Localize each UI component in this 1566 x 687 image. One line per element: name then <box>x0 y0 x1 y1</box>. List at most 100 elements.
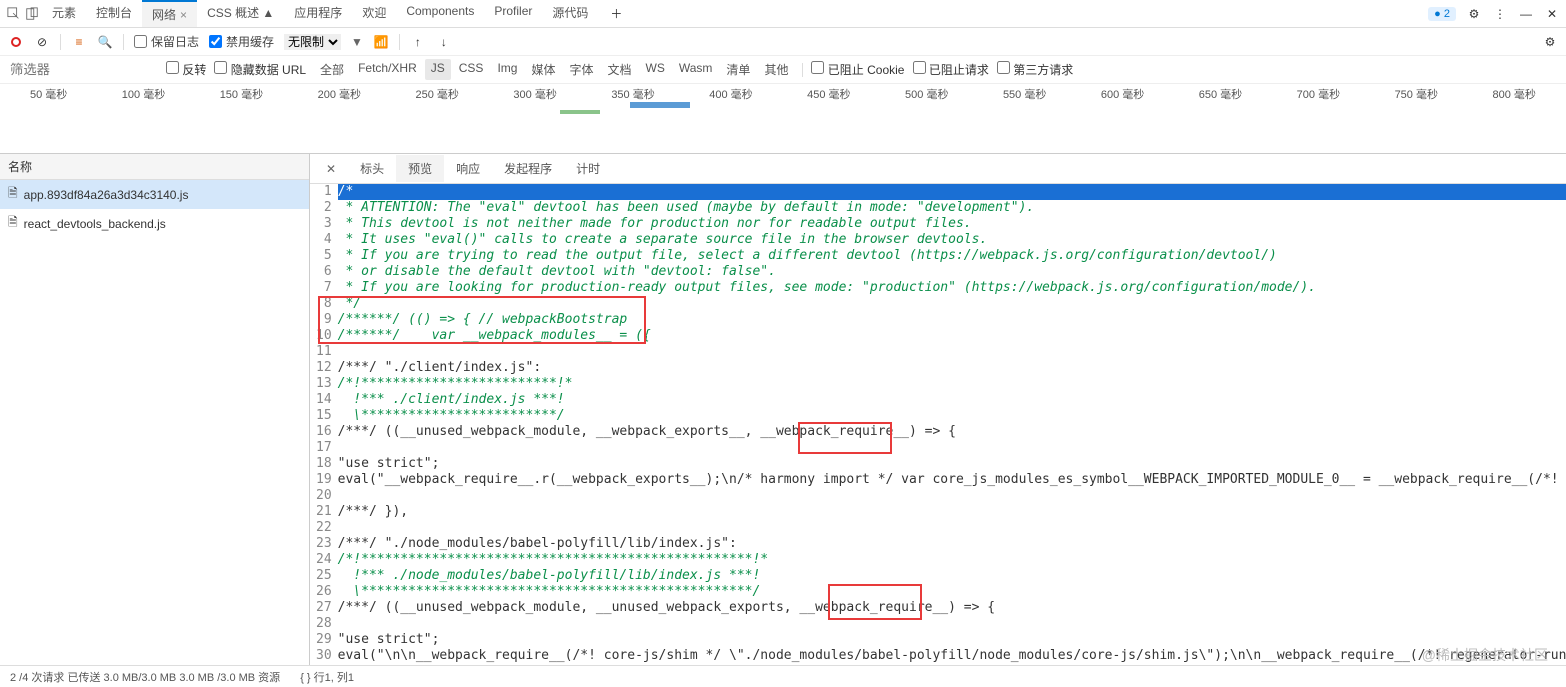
code-line: * ATTENTION: The "eval" devtool has been… <box>338 200 1566 216</box>
request-row[interactable]: 🗎 app.893df84a26a3d34c3140.js <box>0 180 309 209</box>
add-tab-icon[interactable]: ＋ <box>608 6 624 22</box>
timeline-tick: 250 毫秒 <box>416 86 459 102</box>
gear-icon[interactable]: ⚙ <box>1466 6 1482 22</box>
code-line: /*!*************************!* <box>338 376 1566 392</box>
code-line: \***************************************… <box>338 584 1566 600</box>
throttle-select[interactable]: 无限制 <box>284 34 341 50</box>
timeline-tick: 700 毫秒 <box>1297 86 1340 102</box>
type-filter-清单[interactable]: 清单 <box>720 59 756 80</box>
type-filter-Wasm[interactable]: Wasm <box>673 59 719 80</box>
menu-icon[interactable]: ⋮ <box>1492 6 1508 22</box>
timeline-tick: 750 毫秒 <box>1395 86 1438 102</box>
third-party-checkbox[interactable]: 第三方请求 <box>997 61 1073 78</box>
hide-data-url-checkbox[interactable]: 隐藏数据 URL <box>214 61 306 78</box>
detail-tabs: ✕ 标头预览响应发起程序计时 <box>310 154 1566 184</box>
close-devtools-icon[interactable]: ✕ <box>1544 6 1560 22</box>
inspect-icon[interactable] <box>6 6 22 22</box>
search-icon[interactable]: 🔍 <box>97 34 113 50</box>
issues-badge[interactable]: ● 2 <box>1428 7 1456 21</box>
top-tab-3[interactable]: CSS 概述 ▲ <box>197 0 284 27</box>
detail-tab-1[interactable]: 预览 <box>396 155 444 182</box>
code-line <box>338 664 1566 665</box>
download-icon[interactable]: ↓ <box>436 34 452 50</box>
code-preview[interactable]: 1234567891011121314151617181920212223242… <box>310 184 1566 665</box>
code-line: /***/ }), <box>338 504 1566 520</box>
code-line: /******/ (() => { // webpackBootstrap <box>338 312 1566 328</box>
code-line: /* <box>338 184 1566 200</box>
code-line: /******/ var __webpack_modules__ = ({ <box>338 328 1566 344</box>
type-filter-WS[interactable]: WS <box>640 59 671 80</box>
filter-toggle-icon[interactable]: ≡ <box>71 34 87 50</box>
record-icon[interactable] <box>8 34 24 50</box>
upload-icon[interactable]: ↑ <box>410 34 426 50</box>
disable-cache-checkbox[interactable]: 禁用缓存 <box>209 33 274 50</box>
type-filter-字体[interactable]: 字体 <box>563 59 599 80</box>
network-toolbar: ⊘ ≡ 🔍 保留日志 禁用缓存 无限制 ▼ 📶 ↑ ↓ ⚙ <box>0 28 1566 56</box>
cursor-position: { } 行1, 列1 <box>300 669 354 685</box>
code-line <box>338 440 1566 456</box>
code-line <box>338 520 1566 536</box>
timeline-tick: 650 毫秒 <box>1199 86 1242 102</box>
clear-icon[interactable]: ⊘ <box>34 34 50 50</box>
invert-checkbox[interactable]: 反转 <box>166 61 206 78</box>
request-name: app.893df84a26a3d34c3140.js <box>24 188 189 202</box>
detail-tab-2[interactable]: 响应 <box>444 155 492 182</box>
detail-tab-0[interactable]: 标头 <box>348 155 396 182</box>
code-line: * It uses "eval()" calls to create a sep… <box>338 232 1566 248</box>
timeline-tick: 150 毫秒 <box>220 86 263 102</box>
code-line: */ <box>338 296 1566 312</box>
code-line: eval("__webpack_require__.r(__webpack_ex… <box>338 472 1566 488</box>
minimize-icon[interactable]: — <box>1518 6 1534 22</box>
settings-icon[interactable]: ⚙ <box>1542 34 1558 50</box>
top-tab-8[interactable]: 源代码 <box>542 0 598 27</box>
type-filter-文档[interactable]: 文档 <box>602 59 638 80</box>
detail-tab-3[interactable]: 发起程序 <box>492 155 564 182</box>
top-tab-4[interactable]: 应用程序 <box>284 0 352 27</box>
timeline-overview[interactable]: 50 毫秒100 毫秒150 毫秒200 毫秒250 毫秒300 毫秒350 毫… <box>0 84 1566 154</box>
timeline-tick: 400 毫秒 <box>709 86 752 102</box>
code-line: * This devtool is not neither made for p… <box>338 216 1566 232</box>
top-tab-6[interactable]: Components <box>396 0 484 27</box>
code-line: * or disable the default devtool with "d… <box>338 264 1566 280</box>
preserve-log-checkbox[interactable]: 保留日志 <box>134 33 199 50</box>
top-tab-0[interactable]: 元素 <box>42 0 86 27</box>
blocked-requests-checkbox[interactable]: 已阻止请求 <box>913 61 989 78</box>
type-filter-全部[interactable]: 全部 <box>314 59 350 80</box>
code-line: * If you are looking for production-read… <box>338 280 1566 296</box>
code-line: /***/ ((__unused_webpack_module, __webpa… <box>338 424 1566 440</box>
code-line: "use strict"; <box>338 632 1566 648</box>
request-summary: 2 /4 次请求 已传送 3.0 MB/3.0 MB 3.0 MB /3.0 M… <box>10 669 280 685</box>
code-line <box>338 488 1566 504</box>
status-bar: 2 /4 次请求 已传送 3.0 MB/3.0 MB 3.0 MB /3.0 M… <box>0 665 1566 687</box>
wifi-icon[interactable]: 📶 <box>373 34 389 50</box>
filter-bar: 反转 隐藏数据 URL 全部Fetch/XHRJSCSSImg媒体字体文档WSW… <box>0 56 1566 84</box>
close-detail-icon[interactable]: ✕ <box>316 158 346 180</box>
detail-tab-4[interactable]: 计时 <box>564 155 612 182</box>
timeline-tick: 600 毫秒 <box>1101 86 1144 102</box>
request-row[interactable]: 🗎react_devtools_backend.js <box>0 209 309 238</box>
code-line <box>338 616 1566 632</box>
type-filter-JS[interactable]: JS <box>425 59 451 80</box>
top-tab-7[interactable]: Profiler <box>484 0 542 27</box>
type-filter-CSS[interactable]: CSS <box>453 59 490 80</box>
code-line: eval("\n\n__webpack_require__(/*! core-j… <box>338 648 1566 664</box>
blocked-cookies-checkbox[interactable]: 已阻止 Cookie <box>811 61 904 78</box>
timeline-tick: 550 毫秒 <box>1003 86 1046 102</box>
timeline-tick: 300 毫秒 <box>513 86 556 102</box>
watermark: @稀土掘金技术社区 <box>1422 645 1548 665</box>
type-filter-其他[interactable]: 其他 <box>758 59 794 80</box>
code-line: /***/ "./node_modules/babel-polyfill/lib… <box>338 536 1566 552</box>
type-filter-Fetch/XHR[interactable]: Fetch/XHR <box>352 59 423 80</box>
type-filter-Img[interactable]: Img <box>491 59 523 80</box>
timeline-tick: 800 毫秒 <box>1492 86 1535 102</box>
top-tab-5[interactable]: 欢迎 <box>352 0 396 27</box>
device-icon[interactable] <box>24 6 40 22</box>
top-tab-2[interactable]: 网络× <box>142 0 197 27</box>
top-tab-1[interactable]: 控制台 <box>86 0 142 27</box>
timeline-tick: 200 毫秒 <box>318 86 361 102</box>
file-icon: 🗎 <box>8 184 18 205</box>
name-column-header[interactable]: 名称 <box>0 154 309 180</box>
code-line: /*!*************************************… <box>338 552 1566 568</box>
type-filter-媒体[interactable]: 媒体 <box>525 59 561 80</box>
filter-input[interactable] <box>8 60 158 79</box>
